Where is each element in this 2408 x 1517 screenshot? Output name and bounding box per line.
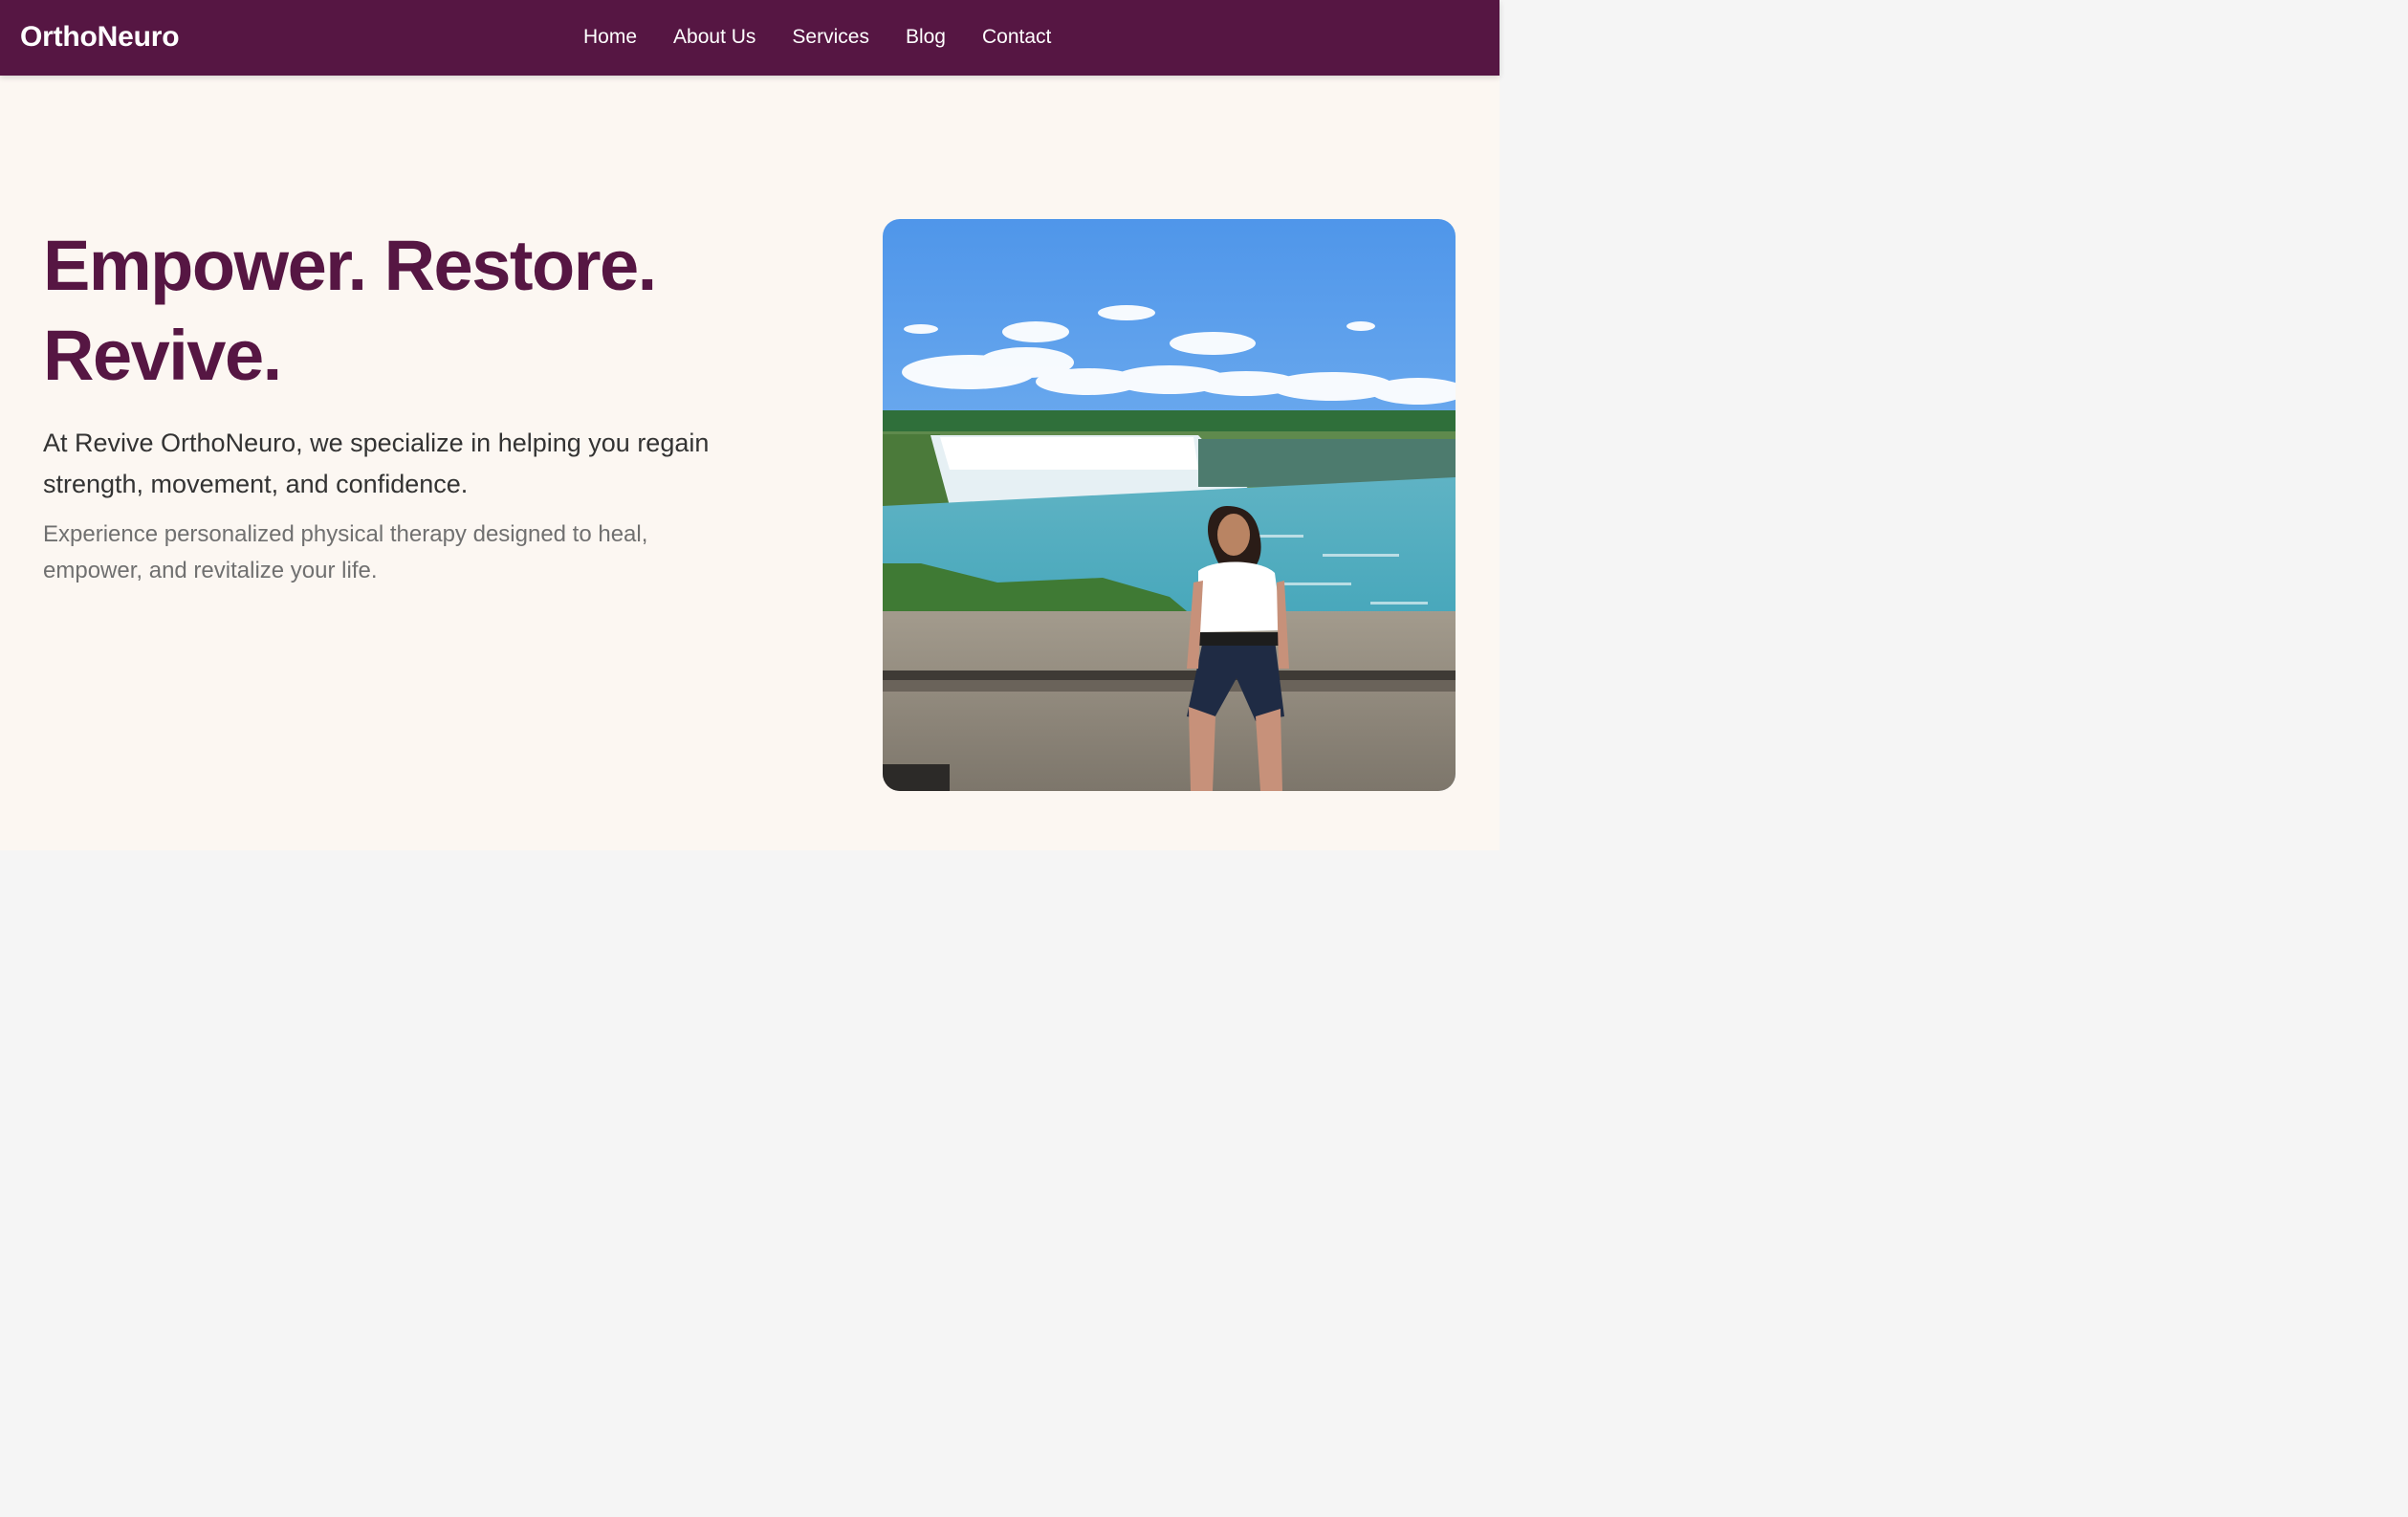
hero-headline: Empower. Restore. Revive. xyxy=(43,221,808,401)
nav-contact[interactable]: Contact xyxy=(982,23,1051,52)
nav-about-us[interactable]: About Us xyxy=(673,23,755,52)
hero-lead-text: At Revive OrthoNeuro, we specialize in h… xyxy=(43,429,710,498)
nav-home[interactable]: Home xyxy=(583,23,637,52)
nav-blog[interactable]: Blog xyxy=(906,23,946,52)
main-nav: Home About Us Services Blog Contact xyxy=(583,23,1051,52)
hero-photo xyxy=(883,219,1456,791)
nav-services[interactable]: Services xyxy=(792,23,869,52)
brand-logo[interactable]: OrthoNeuro xyxy=(20,19,180,55)
hero-headline-line2: Revive. xyxy=(43,316,282,395)
hero-sub-text: Experience personalized physical therapy… xyxy=(43,521,648,583)
hero-section: Empower. Restore. Revive. At Revive Orth… xyxy=(0,76,1500,850)
next-section xyxy=(0,850,1500,945)
top-navbar: OrthoNeuro Home About Us Services Blog C… xyxy=(0,0,1500,76)
hero-headline-line1: Empower. Restore. xyxy=(43,226,657,305)
